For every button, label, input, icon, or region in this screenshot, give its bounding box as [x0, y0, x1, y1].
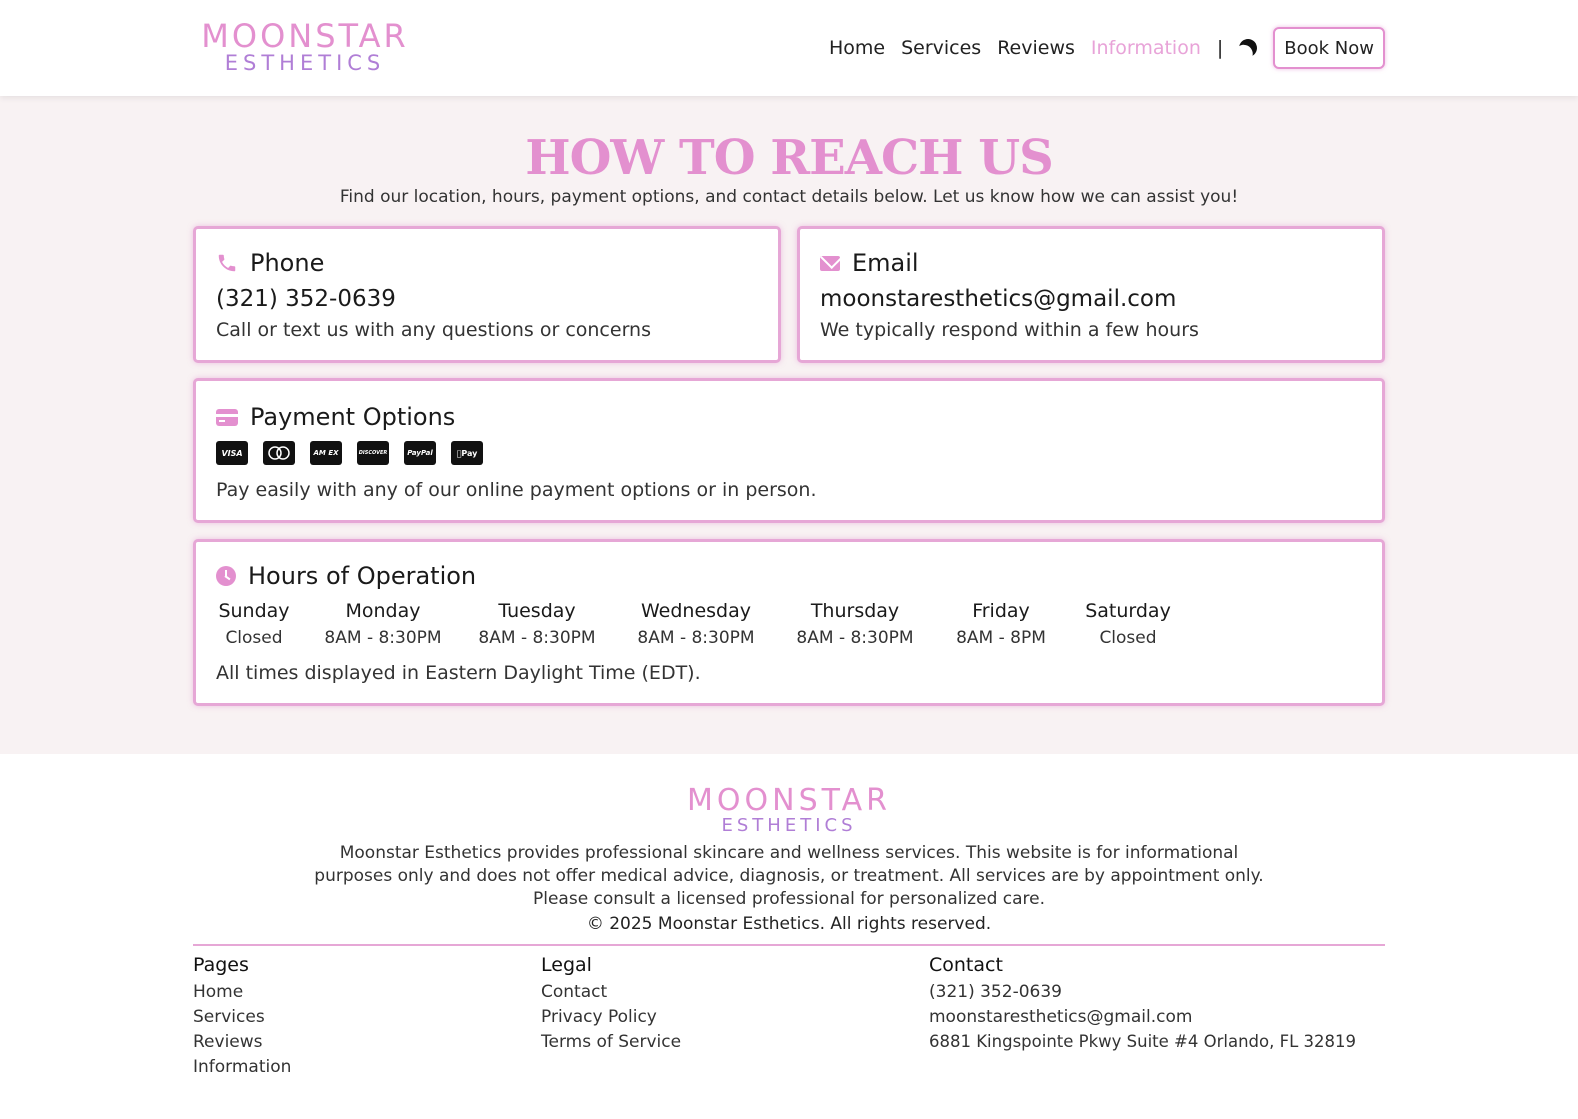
day-hours: Closed [1099, 628, 1157, 648]
hours-heading: Hours of Operation [248, 562, 477, 590]
hours-day: Sunday Closed [216, 600, 292, 648]
day-name: Saturday [1085, 600, 1171, 622]
footer-contact-column: Contact (321) 352-0639 moonstaresthetics… [929, 954, 1399, 1057]
footer-logo[interactable]: MOONSTAR ESTHETICS [0, 786, 1578, 836]
book-now-button[interactable]: Book Now [1273, 27, 1385, 69]
footer-pages-heading: Pages [193, 954, 249, 976]
page-subtitle: Find our location, hours, payment option… [339, 187, 1239, 207]
nav-home[interactable]: Home [829, 37, 885, 59]
footer-link-privacy[interactable]: Privacy Policy [541, 1007, 901, 1032]
mastercard-icon [263, 441, 295, 465]
footer-link-contact[interactable]: Contact [541, 982, 901, 1007]
day-hours: Closed [225, 628, 283, 648]
day-hours: 8AM - 8:30PM [324, 628, 442, 648]
nav-separator: | [1216, 37, 1224, 59]
main-nav: Home Services Reviews Information | Book… [813, 26, 1385, 70]
footer-legal-column: Legal Contact Privacy Policy Terms of Se… [541, 954, 901, 1057]
hours-day: Monday 8AM - 8:30PM [292, 600, 462, 648]
footer-contact-phone[interactable]: (321) 352-0639 [929, 982, 1399, 1007]
footer-divider [193, 944, 1385, 946]
footer-link-information[interactable]: Information [193, 1057, 513, 1082]
envelope-icon [820, 255, 840, 271]
footer-contact-heading: Contact [929, 954, 1003, 976]
phone-note: Call or text us with any questions or co… [216, 319, 651, 341]
apple-pay-icon: Pay [451, 441, 483, 465]
logo-top: MOONSTAR [201, 17, 409, 55]
footer-link-reviews[interactable]: Reviews [193, 1032, 513, 1057]
day-name: Tuesday [498, 600, 576, 622]
nav-information[interactable]: Information [1091, 37, 1201, 59]
footer-contact-email[interactable]: moonstaresthetics@gmail.com [929, 1007, 1399, 1032]
hours-day: Thursday 8AM - 8:30PM [780, 600, 930, 648]
day-name: Thursday [810, 600, 900, 622]
payment-icons: VISA AM EX DISCOVER PayPal Pay [216, 441, 498, 465]
payment-heading: Payment Options [250, 403, 456, 431]
hours-note: All times displayed in Eastern Daylight … [216, 662, 701, 684]
footer-disclaimer: Moonstar Esthetics provides professional… [314, 843, 1264, 909]
page-title: HOW TO REACH US [525, 130, 1054, 186]
day-hours: 8AM - 8:30PM [637, 628, 755, 648]
hours-day: Saturday Closed [1072, 600, 1184, 648]
day-hours: 8AM - 8:30PM [796, 628, 914, 648]
hours-day: Friday 8AM - 8PM [930, 600, 1072, 648]
phone-icon [216, 252, 238, 274]
paypal-icon: PayPal [404, 441, 436, 465]
site-header: MOONSTAR ESTHETICS Home Services Reviews… [0, 0, 1578, 96]
phone-number[interactable]: (321) 352-0639 [216, 286, 396, 312]
day-hours: 8AM - 8:30PM [478, 628, 596, 648]
day-name: Sunday [218, 600, 290, 622]
payment-card: Payment Options VISA AM EX DISCOVER PayP… [193, 378, 1385, 523]
nav-services[interactable]: Services [901, 37, 981, 59]
footer-copyright: © 2025 Moonstar Esthetics. All rights re… [586, 914, 992, 934]
moon-icon[interactable] [1237, 36, 1260, 59]
credit-card-icon [216, 408, 238, 426]
nav-reviews[interactable]: Reviews [997, 37, 1075, 59]
logo-bottom: ESTHETICS [224, 51, 386, 75]
email-note: We typically respond within a few hours [820, 319, 1199, 341]
discover-icon: DISCOVER [357, 441, 389, 465]
footer-link-home[interactable]: Home [193, 982, 513, 1007]
footer-logo-bottom: ESTHETICS [721, 815, 857, 836]
hours-table: Sunday Closed Monday 8AM - 8:30PM Tuesda… [216, 600, 1184, 648]
footer-link-services[interactable]: Services [193, 1007, 513, 1032]
day-hours: 8AM - 8PM [956, 628, 1046, 648]
payment-note: Pay easily with any of our online paymen… [216, 479, 817, 501]
footer-contact-address: 6881 Kingspointe Pkwy Suite #4 Orlando, … [929, 1032, 1357, 1051]
hours-day: Tuesday 8AM - 8:30PM [462, 600, 612, 648]
footer-pages-column: Pages Home Services Reviews Information [193, 954, 513, 1082]
day-name: Wednesday [640, 600, 751, 622]
footer-legal-heading: Legal [541, 954, 592, 976]
footer-link-terms[interactable]: Terms of Service [541, 1032, 901, 1057]
day-name: Friday [972, 600, 1030, 622]
logo[interactable]: MOONSTAR ESTHETICS [194, 20, 416, 74]
hours-day: Wednesday 8AM - 8:30PM [612, 600, 780, 648]
email-card: Email moonstaresthetics@gmail.com We typ… [797, 226, 1385, 363]
phone-heading: Phone [250, 249, 325, 277]
clock-icon [216, 566, 236, 586]
visa-icon: VISA [216, 441, 248, 465]
footer-logo-top: MOONSTAR [687, 783, 891, 818]
email-address[interactable]: moonstaresthetics@gmail.com [820, 286, 1176, 312]
hours-card: Hours of Operation Sunday Closed Monday … [193, 539, 1385, 706]
amex-icon: AM EX [310, 441, 342, 465]
phone-card: Phone (321) 352-0639 Call or text us wit… [193, 226, 781, 363]
day-name: Monday [345, 600, 421, 622]
email-heading: Email [852, 249, 919, 277]
